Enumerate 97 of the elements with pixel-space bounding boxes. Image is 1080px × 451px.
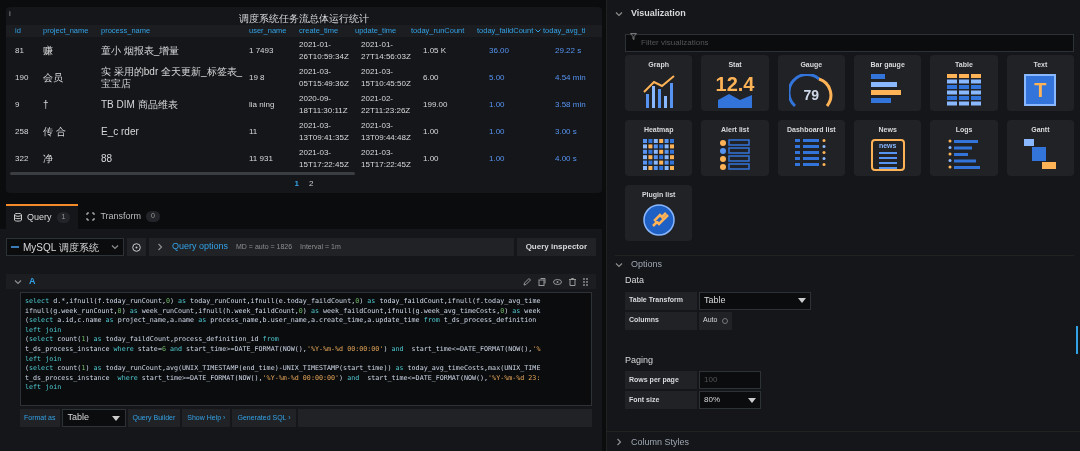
group-heading: Paging — [625, 353, 655, 367]
code-editor[interactable] — [20, 292, 592, 406]
sort-caret-icon — [535, 29, 542, 33]
table-cell-text: 4.00 s — [555, 152, 578, 165]
table-cell-text: 2020-09-18T11:30:11Z — [299, 92, 349, 117]
table-cell-text: 3.00 s — [555, 125, 578, 138]
query-options-link[interactable]: Query options — [172, 240, 229, 254]
table-cell-text: 2021-03-13T09:41:35Z — [299, 119, 350, 144]
caret-icon[interactable] — [615, 438, 623, 447]
caret-icon[interactable] — [615, 260, 623, 269]
table-cell-text: 1.00 — [423, 152, 440, 165]
table-cell-text: 190 — [15, 71, 30, 84]
table-cell-text: TB DIM 商品维表 — [101, 98, 179, 111]
table-cell-text: 会员 — [43, 71, 64, 84]
page-link[interactable]: 1 — [294, 178, 299, 190]
list-icon — [795, 138, 828, 169]
caret-icon — [111, 243, 119, 251]
table-cell-text: 2021-02-22T11:23:26Z — [361, 92, 412, 117]
dropdown-caret-icon — [798, 298, 806, 303]
section-title[interactable]: Options — [631, 257, 663, 272]
caret-icon[interactable] — [14, 277, 22, 286]
table-cell-text: 实 采用的bdr 全天更新_标签表_宝宝店 — [101, 65, 244, 90]
alert-list-icon — [719, 138, 751, 171]
database-icon — [14, 213, 22, 222]
copy-icon[interactable] — [538, 277, 546, 286]
format-select[interactable]: Table — [61, 409, 126, 427]
table-cell-text: 1.05 K — [423, 44, 448, 57]
table-cell-text: 1.00 — [489, 98, 506, 111]
section-title[interactable]: Column Styles — [631, 435, 690, 449]
table-cell-text: 4.54 min — [555, 71, 587, 84]
gantt-chart-icon — [1024, 138, 1057, 169]
filter-field[interactable]: Filter visualizations — [625, 33, 1074, 52]
table-cell-text: 1.00 — [489, 152, 506, 165]
table-cell-text: 11 931 — [249, 152, 274, 165]
table-cell-text: 11 — [249, 125, 259, 138]
table-transform-select[interactable]: Table — [699, 291, 811, 310]
group-heading: Data — [625, 274, 645, 287]
table-cell-text: 199.00 — [423, 98, 449, 111]
table-cell-text: 258 — [15, 125, 30, 138]
table-cell-text: 29.22 s — [555, 44, 583, 57]
rows-per-page-field[interactable]: 100 — [699, 371, 761, 389]
edit-icon[interactable] — [523, 277, 531, 286]
table-cell-text: 3.58 min — [555, 98, 587, 111]
page-link[interactable]: 2 — [309, 178, 314, 190]
table-cell-text: 2021-03-15T17:22:45Z — [299, 146, 350, 171]
dropdown-caret-icon — [748, 397, 756, 403]
table-cell-text: 1.00 — [423, 125, 440, 138]
table-cell-text: 2021-01-27T14:56:03Z — [361, 38, 412, 63]
table-cell-text: 322 — [15, 152, 30, 165]
horizontal-scrollbar[interactable] — [10, 172, 355, 175]
query-inspector-button[interactable]: Query inspector — [516, 238, 596, 256]
table-cell-text: 净 — [43, 152, 54, 165]
font-size-select[interactable]: 80% — [699, 391, 761, 409]
table-cell-text: lia ning — [249, 98, 276, 111]
table-cell-text: 9 — [15, 98, 21, 111]
heatmap-icon — [642, 138, 675, 171]
text-panel-icon: T — [1024, 73, 1057, 106]
plug-icon — [642, 203, 675, 236]
datasource-picker[interactable]: MySQL 调度系统 — [6, 238, 124, 256]
caret-icon[interactable] — [615, 10, 623, 18]
table-cell-text: † — [43, 98, 50, 111]
table-cell-text: 2021-03-05T15:49:36Z — [299, 65, 350, 90]
info-icon — [722, 317, 729, 324]
panel-title: 调度系统任务流总体运行统计 — [239, 12, 369, 25]
table-cell-text: 2021-03-13T09:44:48Z — [361, 119, 412, 144]
table-cell-text: 6.00 — [423, 71, 440, 84]
table-cell-text: 81 — [15, 44, 25, 57]
table-icon — [947, 73, 981, 106]
table-cell-text: 88 — [101, 152, 114, 165]
table-cell-text: 2021-03-15T17:22:45Z — [361, 146, 412, 171]
table-cell-text: E_c rder — [101, 125, 140, 138]
table-cell-text: 2021-01-26T10:59:34Z — [299, 38, 350, 63]
mysql-logo-icon — [11, 245, 19, 249]
help-button[interactable] — [127, 238, 146, 256]
transform-icon — [86, 212, 96, 221]
table-cell-text: 2021-03-15T10:45:50Z — [361, 65, 412, 90]
section-title[interactable]: Visualization — [631, 7, 686, 21]
log-lines-icon — [948, 138, 980, 169]
table-cell-text: 19 8 — [249, 71, 266, 84]
line-and-bar-chart-icon — [641, 73, 676, 108]
table-cell-text: 1 7493 — [249, 44, 275, 57]
eye-icon[interactable] — [553, 278, 562, 285]
query-ref-label: A — [29, 274, 37, 288]
table-cell-text: 1.00 — [489, 125, 506, 138]
table-cell-text: 5.00 — [489, 71, 506, 84]
table-cell-text: 36.00 — [489, 44, 511, 57]
caret-icon — [156, 243, 164, 251]
filter-icon — [630, 33, 637, 40]
trash-icon[interactable] — [569, 277, 576, 286]
table-cell-text: 传 合 — [43, 125, 67, 138]
help-icon — [132, 242, 141, 252]
dropdown-caret-icon — [111, 415, 120, 421]
table-cell-text: 赚 — [43, 44, 54, 57]
table-cell-text: 童小 烟报表_增量 — [101, 44, 181, 57]
drag-handle-icon[interactable] — [583, 277, 588, 286]
vertical-scrollbar[interactable] — [1076, 326, 1078, 354]
info-icon: i — [9, 8, 11, 20]
